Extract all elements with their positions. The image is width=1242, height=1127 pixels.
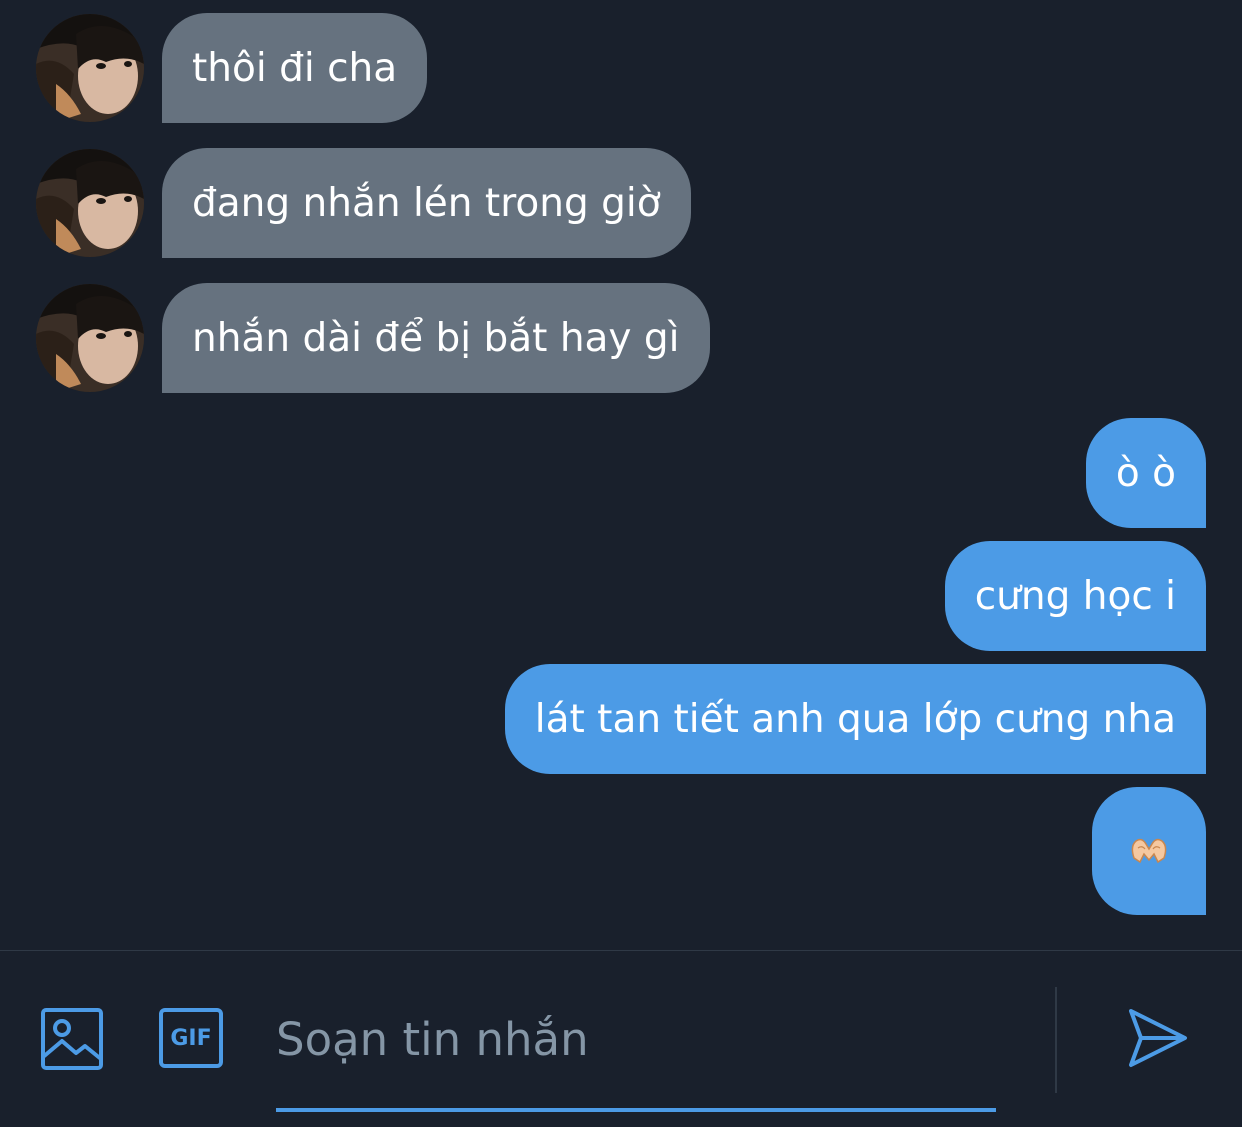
outgoing-message-bubble[interactable] xyxy=(1092,787,1206,915)
gif-label: GIF xyxy=(170,1025,212,1051)
image-icon[interactable] xyxy=(40,1007,104,1071)
gif-button[interactable]: GIF xyxy=(158,1007,224,1069)
message-text: đang nhắn lén trong giờ xyxy=(192,180,661,226)
message-text: ò ò xyxy=(1115,450,1176,496)
input-underline xyxy=(276,1108,996,1112)
send-icon[interactable] xyxy=(1127,1007,1189,1069)
message-text: nhắn dài để bị bắt hay gì xyxy=(192,315,680,361)
divider xyxy=(1055,987,1057,1093)
outgoing-message-bubble[interactable]: lát tan tiết anh qua lớp cưng nha xyxy=(504,664,1206,774)
message-input[interactable] xyxy=(276,1009,996,1069)
heart-hands-emoji xyxy=(1131,838,1167,864)
incoming-message-bubble[interactable]: đang nhắn lén trong giờ xyxy=(162,148,691,258)
avatar[interactable] xyxy=(36,149,144,257)
message-text: thôi đi cha xyxy=(192,45,398,91)
message-text: cưng học i xyxy=(974,573,1176,619)
message-text: lát tan tiết anh qua lớp cưng nha xyxy=(534,696,1176,742)
incoming-message-bubble[interactable]: thôi đi cha xyxy=(162,13,428,123)
message-thread: thôi đi cha đang nhắn lén trong giờ nhắn… xyxy=(0,0,1242,950)
avatar[interactable] xyxy=(36,284,144,392)
message-composer: GIF xyxy=(0,950,1242,1127)
avatar[interactable] xyxy=(36,14,144,122)
incoming-message-bubble[interactable]: nhắn dài để bị bắt hay gì xyxy=(162,283,710,393)
outgoing-message-bubble[interactable]: cưng học i xyxy=(944,541,1206,651)
outgoing-message-bubble[interactable]: ò ò xyxy=(1085,418,1206,528)
